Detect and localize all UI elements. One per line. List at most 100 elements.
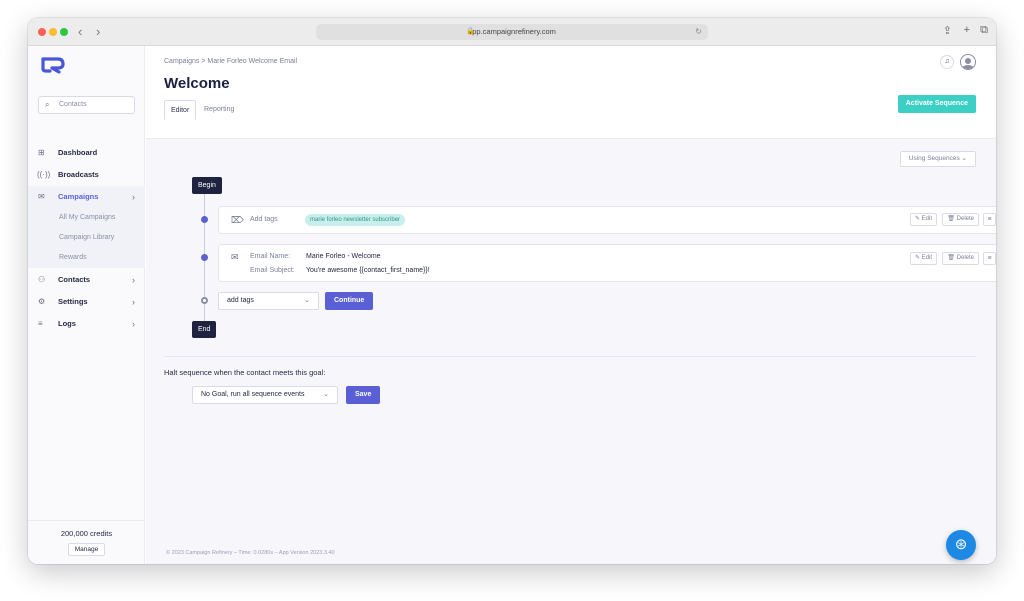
avatar-body (962, 65, 974, 69)
edit-button[interactable]: ✎ Edit (909, 213, 937, 226)
back-arrow-icon[interactable]: ‹ (78, 24, 82, 39)
email-name-label: Email Name: (250, 253, 291, 260)
maximize-window-button[interactable] (60, 28, 68, 36)
sidebar-item-label: Broadcasts (58, 170, 99, 179)
sidebar-subitem-all-my-campaigns[interactable]: All My Campaigns (28, 209, 145, 227)
sidebar-item-logs[interactable]: ≡ Logs › (28, 315, 145, 333)
tag-icon: ⌦ (231, 215, 244, 225)
sidebar-subitem-campaign-library[interactable]: Campaign Library (28, 229, 145, 247)
manage-credits-button[interactable]: Manage (67, 543, 106, 556)
sequence-mode-value: Using Sequences (908, 155, 960, 162)
trash-icon: 🗑 (947, 216, 957, 222)
search-icon: ⌕ (45, 100, 50, 109)
footer-text: © 2023 Campaign Refinery – Time: 0.0280s… (166, 550, 335, 556)
timeline-node (201, 216, 208, 223)
sidebar-item-label: Logs (58, 319, 76, 328)
main-content: Campaigns > Marie Forleo Welcome Email W… (146, 46, 996, 564)
tab-reporting[interactable]: Reporting (198, 100, 240, 120)
continue-button[interactable]: Continue (325, 292, 374, 310)
email-name-value: Marie Forleo - Welcome (306, 253, 381, 260)
sidebar-item-settings[interactable]: ⚙ Settings › (28, 293, 145, 311)
browser-titlebar: ‹ › 🔒 app.campaignrefinery.com ↻ ⇪ + ⧉ (28, 18, 996, 46)
minimize-window-button[interactable] (49, 28, 57, 36)
breadcrumb[interactable]: Campaigns > Marie Forleo Welcome Email (164, 58, 297, 65)
step-type-label: Add tags (250, 216, 278, 223)
edit-label: Edit (921, 216, 932, 222)
chevron-right-icon: › (132, 192, 135, 202)
avatar-head (965, 58, 971, 64)
page-title: Welcome (164, 75, 230, 92)
drag-menu-icon[interactable]: ≡ (983, 213, 996, 226)
contacts-search-input[interactable]: ⌕ Contacts (38, 96, 135, 114)
inbox-icon: ✉ (38, 192, 45, 201)
url-text: app.campaignrefinery.com (468, 27, 556, 36)
gear-icon: ⚙ (38, 297, 46, 306)
pencil-icon: ✎ (914, 216, 922, 222)
begin-marker: Begin (192, 177, 222, 194)
step-type-select[interactable]: add tags ⌄ (218, 292, 319, 310)
tab-editor[interactable]: Editor (164, 100, 197, 120)
email-subject-label: Email Subject: (250, 267, 295, 274)
goal-select-value: No Goal, run all sequence events (201, 391, 305, 398)
sidebar-item-contacts[interactable]: ⚇ Contacts › (28, 271, 145, 289)
activate-sequence-button[interactable]: Activate Sequence (897, 95, 976, 113)
lock-icon: 🔒 (466, 28, 475, 35)
person-icon: ⚇ (38, 275, 46, 284)
edit-label: Edit (921, 255, 932, 261)
delete-label: Delete (956, 216, 974, 222)
search-placeholder: Contacts (59, 101, 87, 108)
chevron-down-icon: ⌄ (961, 155, 967, 162)
chevron-down-icon: ⌄ (323, 391, 329, 398)
chevron-right-icon: › (132, 275, 135, 285)
email-subject-value: You're awesome {{contact_first_name}}! (306, 267, 430, 274)
delete-label: Delete (956, 255, 974, 261)
delete-button[interactable]: 🗑 Delete (942, 213, 979, 226)
sidebar-item-label: Contacts (58, 275, 91, 284)
page-header: Campaigns > Marie Forleo Welcome Email W… (146, 46, 996, 139)
sidebar-subitem-rewards[interactable]: Rewards (28, 249, 145, 267)
sidebar-item-campaigns[interactable]: ✉ Campaigns › (28, 188, 145, 206)
end-marker: End (192, 321, 217, 338)
envelope-icon: ✉ (231, 252, 239, 262)
sidebar-item-label: Dashboard (58, 148, 98, 157)
credits-panel: 200,000 credits Manage (28, 520, 145, 564)
address-bar[interactable]: 🔒 app.campaignrefinery.com ↻ (316, 24, 708, 40)
sidebar: ⌕ Contacts ⊞ Dashboard ((·)) Broadcasts … (28, 46, 145, 564)
trash-icon: 🗑 (947, 255, 957, 261)
step-type-value: add tags (227, 297, 254, 304)
credits-amount: 200,000 credits (60, 529, 113, 538)
edit-button[interactable]: ✎ Edit (909, 252, 937, 265)
halt-goal-label: Halt sequence when the contact meets thi… (164, 368, 326, 377)
drag-menu-icon[interactable]: ≡ (983, 252, 996, 265)
save-goal-button[interactable]: Save (346, 386, 381, 404)
sidebar-item-label: Settings (58, 297, 88, 306)
close-window-button[interactable] (38, 28, 46, 36)
sidebar-item-dashboard[interactable]: ⊞ Dashboard (28, 144, 145, 162)
new-tab-icon[interactable]: + (964, 24, 970, 36)
chevron-down-icon: ⌄ (304, 297, 310, 304)
delete-button[interactable]: 🗑 Delete (942, 252, 979, 265)
add-tags-step-card[interactable]: ⌦ Add tags marie forleo newsletter subsc… (218, 206, 996, 234)
reload-icon[interactable]: ↻ (695, 24, 702, 40)
tabs-overview-icon[interactable]: ⧉ (980, 24, 988, 37)
campaign-refinery-logo[interactable] (40, 56, 66, 74)
avatar[interactable] (960, 54, 976, 70)
sequence-mode-select[interactable]: Using Sequences ⌄ (899, 151, 976, 167)
browser-window: ‹ › 🔒 app.campaignrefinery.com ↻ ⇪ + ⧉ ⌕… (28, 18, 996, 564)
help-lifebuoy-icon[interactable]: ⊛ (946, 530, 976, 560)
bell-icon[interactable]: ♫ (940, 55, 954, 69)
pencil-icon: ✎ (914, 255, 922, 261)
share-icon[interactable]: ⇪ (943, 24, 952, 37)
chevron-right-icon: › (132, 297, 135, 307)
chevron-right-icon: › (132, 319, 135, 329)
timeline-add-node (201, 297, 208, 304)
email-step-card[interactable]: ✉ Email Name: Marie Forleo - Welcome Ema… (218, 244, 996, 282)
tag-pill: marie forleo newsletter subscriber (305, 214, 406, 226)
sidebar-item-label: Campaigns (58, 192, 99, 201)
grid-icon: ⊞ (38, 148, 45, 157)
list-icon: ≡ (38, 319, 43, 328)
sidebar-item-broadcasts[interactable]: ((·)) Broadcasts (28, 166, 145, 184)
forward-arrow-icon[interactable]: › (96, 24, 100, 39)
timeline-node (201, 254, 208, 261)
goal-select[interactable]: No Goal, run all sequence events ⌄ (192, 386, 338, 404)
